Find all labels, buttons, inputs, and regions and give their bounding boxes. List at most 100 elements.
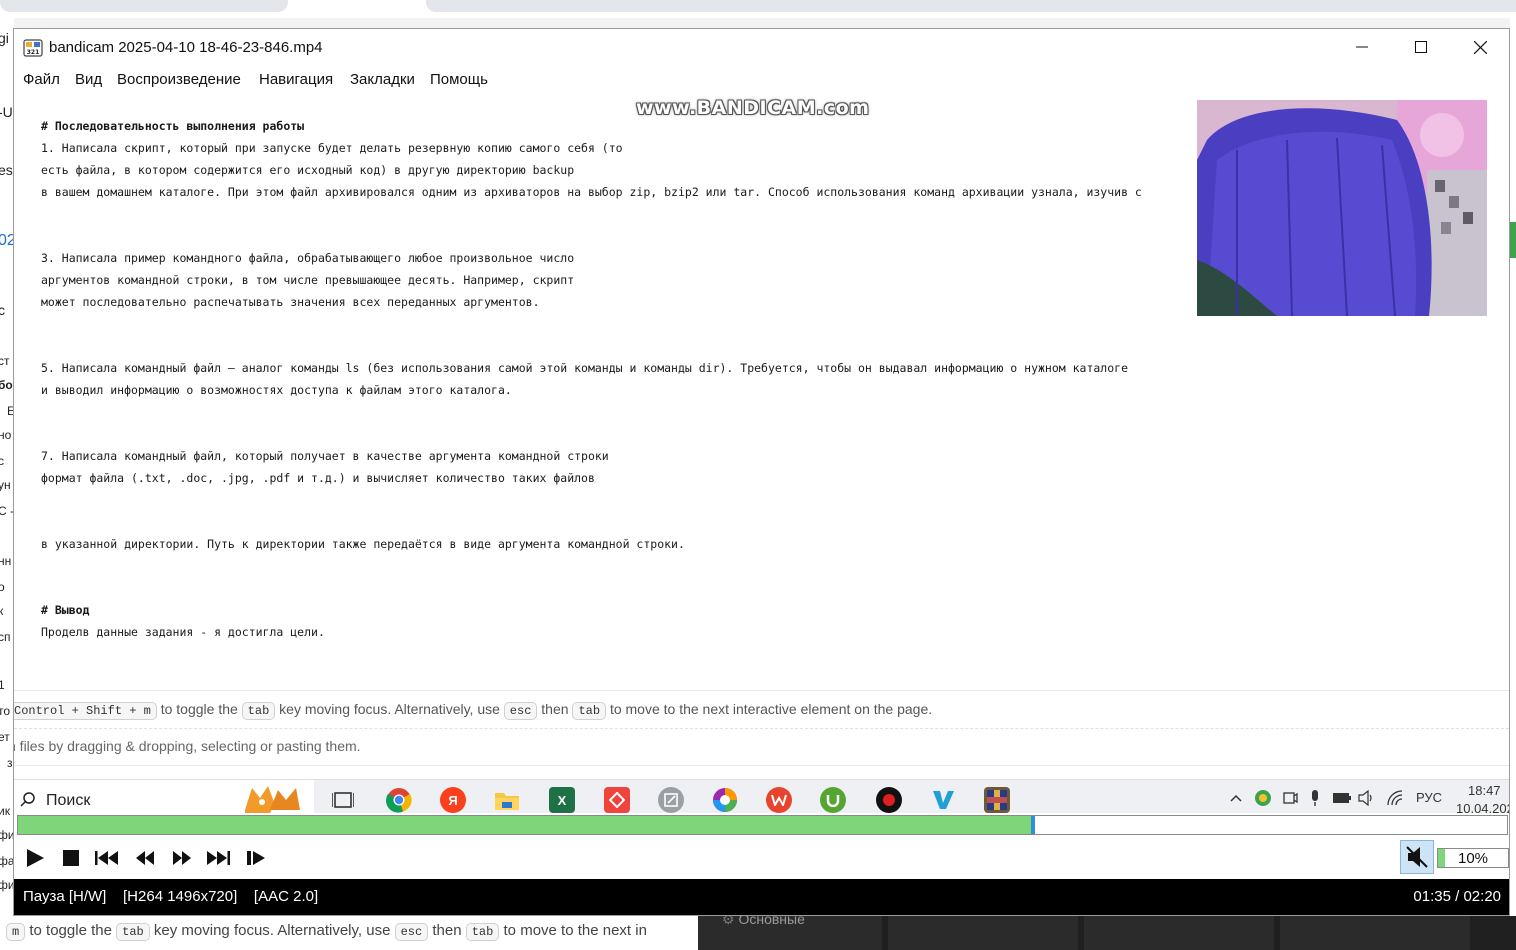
- yandex-icon: Я: [440, 787, 466, 813]
- rewind-button[interactable]: [133, 847, 157, 869]
- maximize-button[interactable]: [1392, 29, 1450, 65]
- recorded-taskbar: Поиск Я X РУС 18:47 10.04.202: [14, 779, 1509, 813]
- document-line: формат файла (.txt, .doc, .jpg, .pdf и т…: [41, 471, 595, 485]
- utorrent-icon: [820, 787, 846, 813]
- key-hint: tab: [465, 923, 500, 941]
- menu-bar: Файл Вид Воспроизведение Навигация Закла…: [14, 65, 1509, 93]
- background-text-fragment: ик: [0, 804, 10, 818]
- background-text-fragment: фи: [0, 828, 14, 842]
- menu-playback[interactable]: Воспроизведение: [117, 71, 241, 88]
- frame-step-button[interactable]: [244, 847, 268, 869]
- player-window: 321 bandicam 2025-04-10 18-46-23-846.mp4…: [13, 28, 1510, 916]
- key-hint: Control + Shift + m: [14, 702, 157, 720]
- file-drop-text: n files by dragging & dropping, selectin…: [14, 738, 361, 754]
- winrar-icon: [984, 787, 1010, 813]
- background-dark-cell[interactable]: [888, 916, 1078, 950]
- menu-help[interactable]: Помощь: [430, 71, 488, 88]
- background-text-fragment: о: [0, 580, 5, 594]
- background-tab-strip: [0, 0, 1516, 18]
- background-text-fragment: c: [0, 302, 5, 318]
- colorful-app-icon: [712, 787, 738, 813]
- mute-button[interactable]: [1400, 840, 1434, 874]
- background-text-fragment: gi: [0, 30, 9, 46]
- background-text-fragment: ст: [0, 354, 10, 368]
- seek-bar-progress: [18, 816, 1031, 834]
- menu-file[interactable]: Файл: [23, 71, 60, 88]
- key-hint: m: [6, 923, 26, 941]
- background-page-left-edge: gi -U es 02 c ст бо E но с ун С - нн о к…: [0, 18, 14, 918]
- key-hint: esc: [394, 923, 429, 941]
- close-button[interactable]: [1451, 29, 1509, 65]
- background-tab[interactable]: [0, 0, 288, 12]
- status-bar: Пауза [H/W] [H264 1496x720] [AAC 2.0] 01…: [14, 879, 1509, 915]
- webcam-overlay: [1197, 100, 1487, 316]
- video-frame[interactable]: # Последовательность выполнения работы 1…: [14, 93, 1509, 813]
- document-line: есть файла, в котором содержится его исх…: [41, 163, 575, 177]
- speaker-muted-icon: [1406, 846, 1428, 868]
- battery-icon: [1333, 793, 1351, 803]
- fast-forward-icon: [173, 851, 191, 865]
- document-line: в вашем домашнем каталоге. При этом файл…: [41, 185, 1142, 199]
- menu-navigation[interactable]: Навигация: [259, 71, 333, 88]
- stop-button[interactable]: [59, 847, 83, 869]
- seek-bar-thumb[interactable]: [1031, 816, 1035, 834]
- playback-time: 01:35 / 02:20: [1413, 888, 1501, 905]
- help-text: to toggle the: [29, 922, 112, 939]
- tray-app-icon: [1255, 790, 1271, 806]
- document-line: аргументов командной строки, в том числе…: [41, 273, 575, 287]
- fox-illustration-icon: [245, 786, 300, 813]
- background-text-fragment: с: [0, 454, 4, 468]
- bandicam-watermark: www.BANDICAM.com: [636, 97, 870, 119]
- background-text-fragment: ет: [0, 730, 10, 744]
- play-button[interactable]: [23, 847, 47, 869]
- minimize-button[interactable]: [1333, 29, 1391, 65]
- help-text: key moving focus. Alternatively, use: [153, 922, 391, 939]
- background-text-fragment: нн: [0, 554, 12, 568]
- speaker-icon: [1358, 790, 1372, 806]
- background-text-fragment: С -: [0, 504, 14, 518]
- microphone-icon: [1312, 790, 1318, 806]
- previous-button[interactable]: [95, 847, 119, 869]
- help-text: then: [432, 922, 462, 939]
- fast-forward-button[interactable]: [170, 847, 194, 869]
- title-bar[interactable]: 321 bandicam 2025-04-10 18-46-23-846.mp4: [14, 29, 1509, 65]
- background-text-fragment: 1: [0, 678, 5, 692]
- menu-view[interactable]: Вид: [75, 71, 102, 88]
- background-text-fragment: ун: [0, 478, 11, 492]
- document-heading: # Вывод: [41, 603, 90, 617]
- menu-bookmarks[interactable]: Закладки: [350, 71, 415, 88]
- background-text-fragment: но: [0, 428, 12, 442]
- close-icon: [1473, 40, 1487, 54]
- play-icon: [27, 849, 44, 867]
- document-heading: # Последовательность выполнения работы: [41, 119, 305, 133]
- background-help-text: m to toggle the tab key moving focus. Al…: [6, 922, 696, 941]
- help-text: to move to the next in: [503, 922, 647, 939]
- search-icon: [20, 792, 35, 807]
- frame-step-icon: [247, 851, 265, 865]
- document-line: и выводил информацию о возможностях дост…: [41, 383, 512, 397]
- seek-bar[interactable]: [17, 815, 1508, 835]
- volume-slider[interactable]: 10%: [1437, 848, 1509, 868]
- taskbar-search-placeholder: Поиск: [46, 792, 91, 809]
- key-hint: tab: [116, 923, 150, 941]
- playback-controls: 10%: [14, 837, 1509, 879]
- taskbar-search-box: Поиск: [14, 780, 314, 813]
- next-button[interactable]: [206, 847, 230, 869]
- key-hint: esc: [503, 702, 538, 720]
- background-text-fragment: -U: [0, 104, 13, 120]
- help-text: key moving focus. Alternatively, use: [279, 701, 500, 717]
- background-green-accent: [1510, 222, 1516, 258]
- background-dark-cell[interactable]: [1280, 916, 1470, 950]
- task-view-icon: [330, 787, 356, 813]
- background-text-fragment: то: [0, 704, 11, 718]
- minimize-icon: [1356, 46, 1368, 48]
- background-dark-cell[interactable]: [1084, 916, 1274, 950]
- document-line: 3. Написала пример командного файла, обр…: [41, 251, 575, 265]
- document-line: в указанной директории. Путь к директори…: [41, 537, 685, 551]
- player-app-icon: 321: [23, 39, 43, 57]
- help-text: then: [541, 701, 569, 717]
- key-hint: tab: [241, 702, 276, 720]
- background-tab[interactable]: [426, 0, 1516, 12]
- chevron-up-icon: [1230, 794, 1242, 802]
- stop-icon: [63, 850, 79, 866]
